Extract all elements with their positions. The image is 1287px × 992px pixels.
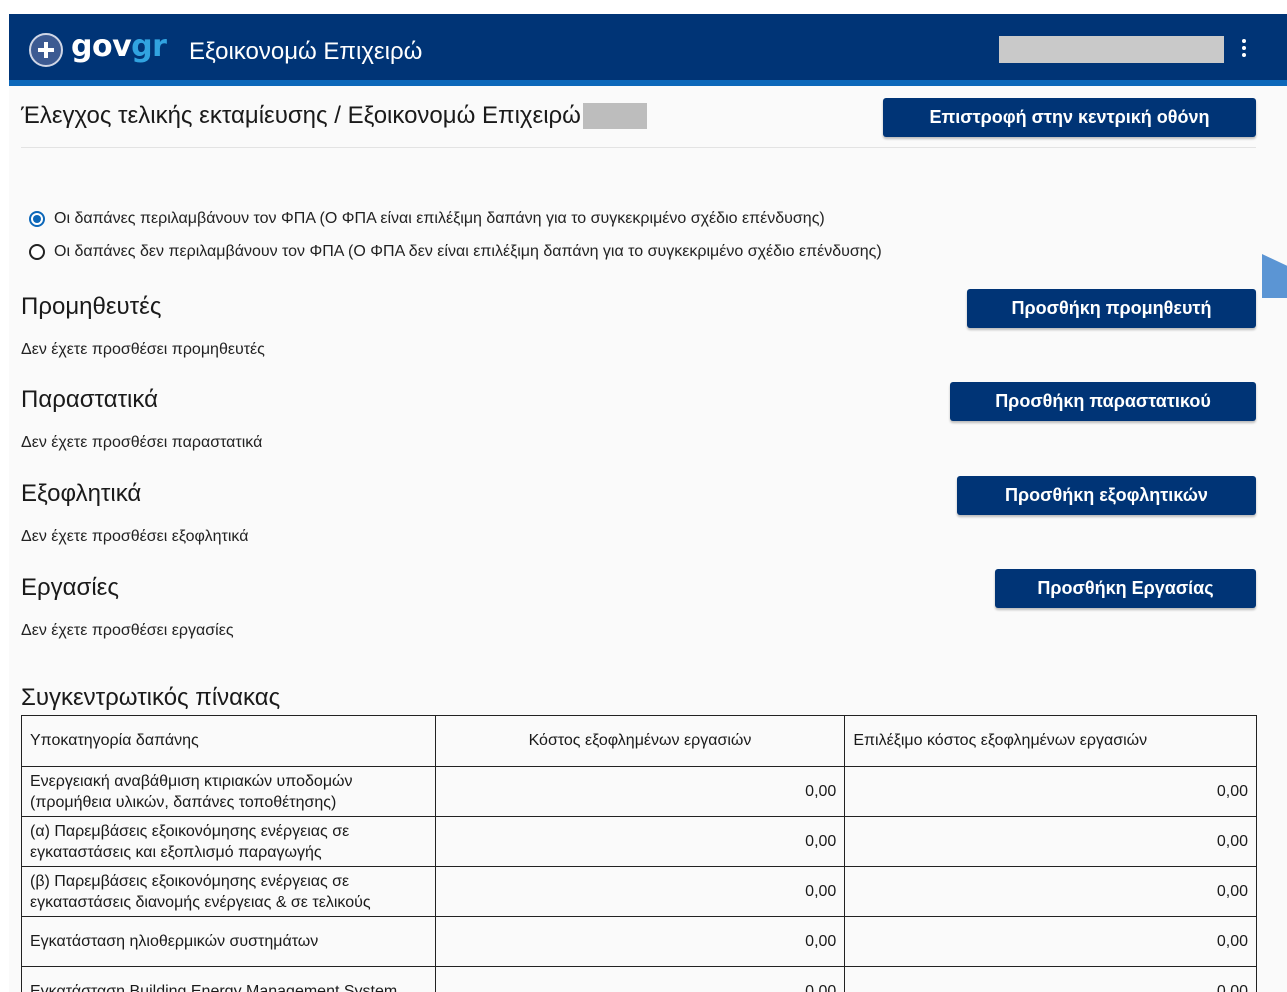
- cost-cell: 0,00: [434, 966, 846, 992]
- cost-cell: 0,00: [434, 866, 846, 917]
- column-header: Κόστος εξοφλημένων εργασιών: [434, 715, 846, 767]
- table-row: (α) Παρεμβάσεις εξοικονόμησης ενέργειας …: [21, 816, 1257, 867]
- vat-excluded-option[interactable]: Οι δαπάνες δεν περιλαμβάνουν τον ΦΠΑ (Ο …: [29, 243, 882, 261]
- greek-emblem-icon: [29, 33, 63, 67]
- table-row: Εγκατάσταση ηλιοθερμικών συστημάτων 0,00…: [21, 916, 1257, 967]
- cost-cell: 0,00: [434, 916, 846, 967]
- add-work-button[interactable]: Προσθήκη Εργασίας: [995, 569, 1256, 608]
- category-cell: Εγκατάσταση ηλιοθερμικών συστημάτων: [21, 916, 436, 967]
- user-name-redacted: [999, 36, 1224, 63]
- top-header-bar: govgr Εξοικονομώ Επιχειρώ: [9, 14, 1287, 86]
- summary-table: Υποκατηγορία δαπάνης Κόστος εξοφλημένων …: [21, 715, 1257, 992]
- cost-cell: 0,00: [434, 766, 846, 817]
- eligible-cost-cell: 0,00: [844, 866, 1257, 917]
- eligible-cost-cell: 0,00: [844, 966, 1257, 992]
- side-panel-tab[interactable]: [1262, 254, 1287, 298]
- category-cell: Ενεργειακή αναβάθμιση κτιριακών υποδομών…: [21, 766, 436, 817]
- add-supplier-button[interactable]: Προσθήκη προμηθευτή: [967, 289, 1256, 328]
- eligible-cost-cell: 0,00: [844, 766, 1257, 817]
- more-vert-icon[interactable]: [1239, 39, 1249, 61]
- category-cell: (α) Παρεμβάσεις εξοικονόμησης ενέργειας …: [21, 816, 436, 867]
- table-row: Ενεργειακή αναβάθμιση κτιριακών υποδομών…: [21, 766, 1257, 817]
- documents-empty-text: Δεν έχετε προσθέσει παραστατικά: [21, 434, 263, 451]
- summary-table-title: Συγκεντρωτικός πίνακας: [21, 684, 281, 711]
- documents-title: Παραστατικά: [21, 386, 158, 413]
- eligible-cost-cell: 0,00: [844, 816, 1257, 867]
- cost-cell: 0,00: [434, 816, 846, 867]
- govgr-logo[interactable]: govgr: [29, 29, 167, 67]
- title-divider: [21, 147, 1256, 148]
- page-title: Έλεγχος τελικής εκταμίευσης / Εξοικονομώ…: [21, 102, 647, 130]
- category-cell: Εγκατάσταση Building Energy Management S…: [21, 966, 436, 992]
- radio-selected-icon[interactable]: [29, 211, 45, 227]
- receipts-empty-text: Δεν έχετε προσθέσει εξοφλητικά: [21, 528, 249, 545]
- table-row: (β) Παρεμβάσεις εξοικονόμησης ενέργειας …: [21, 866, 1257, 917]
- app-title: Εξοικονομώ Επιχειρώ: [189, 38, 423, 65]
- back-to-main-button[interactable]: Επιστροφή στην κεντρική οθόνη: [883, 98, 1256, 137]
- vat-included-option[interactable]: Οι δαπάνες περιλαμβάνουν τον ΦΠΑ (Ο ΦΠΑ …: [29, 210, 825, 228]
- add-document-button[interactable]: Προσθήκη παραστατικού: [950, 382, 1256, 421]
- table-header-row: Υποκατηγορία δαπάνης Κόστος εξοφλημένων …: [21, 715, 1257, 767]
- add-receipts-button[interactable]: Προσθήκη εξοφλητικών: [957, 476, 1256, 515]
- works-title: Εργασίες: [21, 574, 119, 601]
- receipts-title: Εξοφλητικά: [21, 480, 142, 507]
- suppliers-empty-text: Δεν έχετε προσθέσει προμηθευτές: [21, 341, 265, 358]
- redacted-suffix: [582, 103, 647, 129]
- table-row: Εγκατάσταση Building Energy Management S…: [21, 966, 1257, 992]
- radio-unselected-icon[interactable]: [29, 244, 45, 260]
- column-header: Επιλέξιμο κόστος εξοφλημένων εργασιών: [844, 715, 1257, 767]
- eligible-cost-cell: 0,00: [844, 916, 1257, 967]
- column-header: Υποκατηγορία δαπάνης: [21, 715, 436, 767]
- works-empty-text: Δεν έχετε προσθέσει εργασίες: [21, 622, 234, 639]
- category-cell: (β) Παρεμβάσεις εξοικονόμησης ενέργειας …: [21, 866, 436, 917]
- app-frame: govgr Εξοικονομώ Επιχειρώ Έλεγχος τελική…: [9, 14, 1287, 992]
- logo-text: govgr: [71, 29, 167, 64]
- suppliers-title: Προμηθευτές: [21, 293, 162, 320]
